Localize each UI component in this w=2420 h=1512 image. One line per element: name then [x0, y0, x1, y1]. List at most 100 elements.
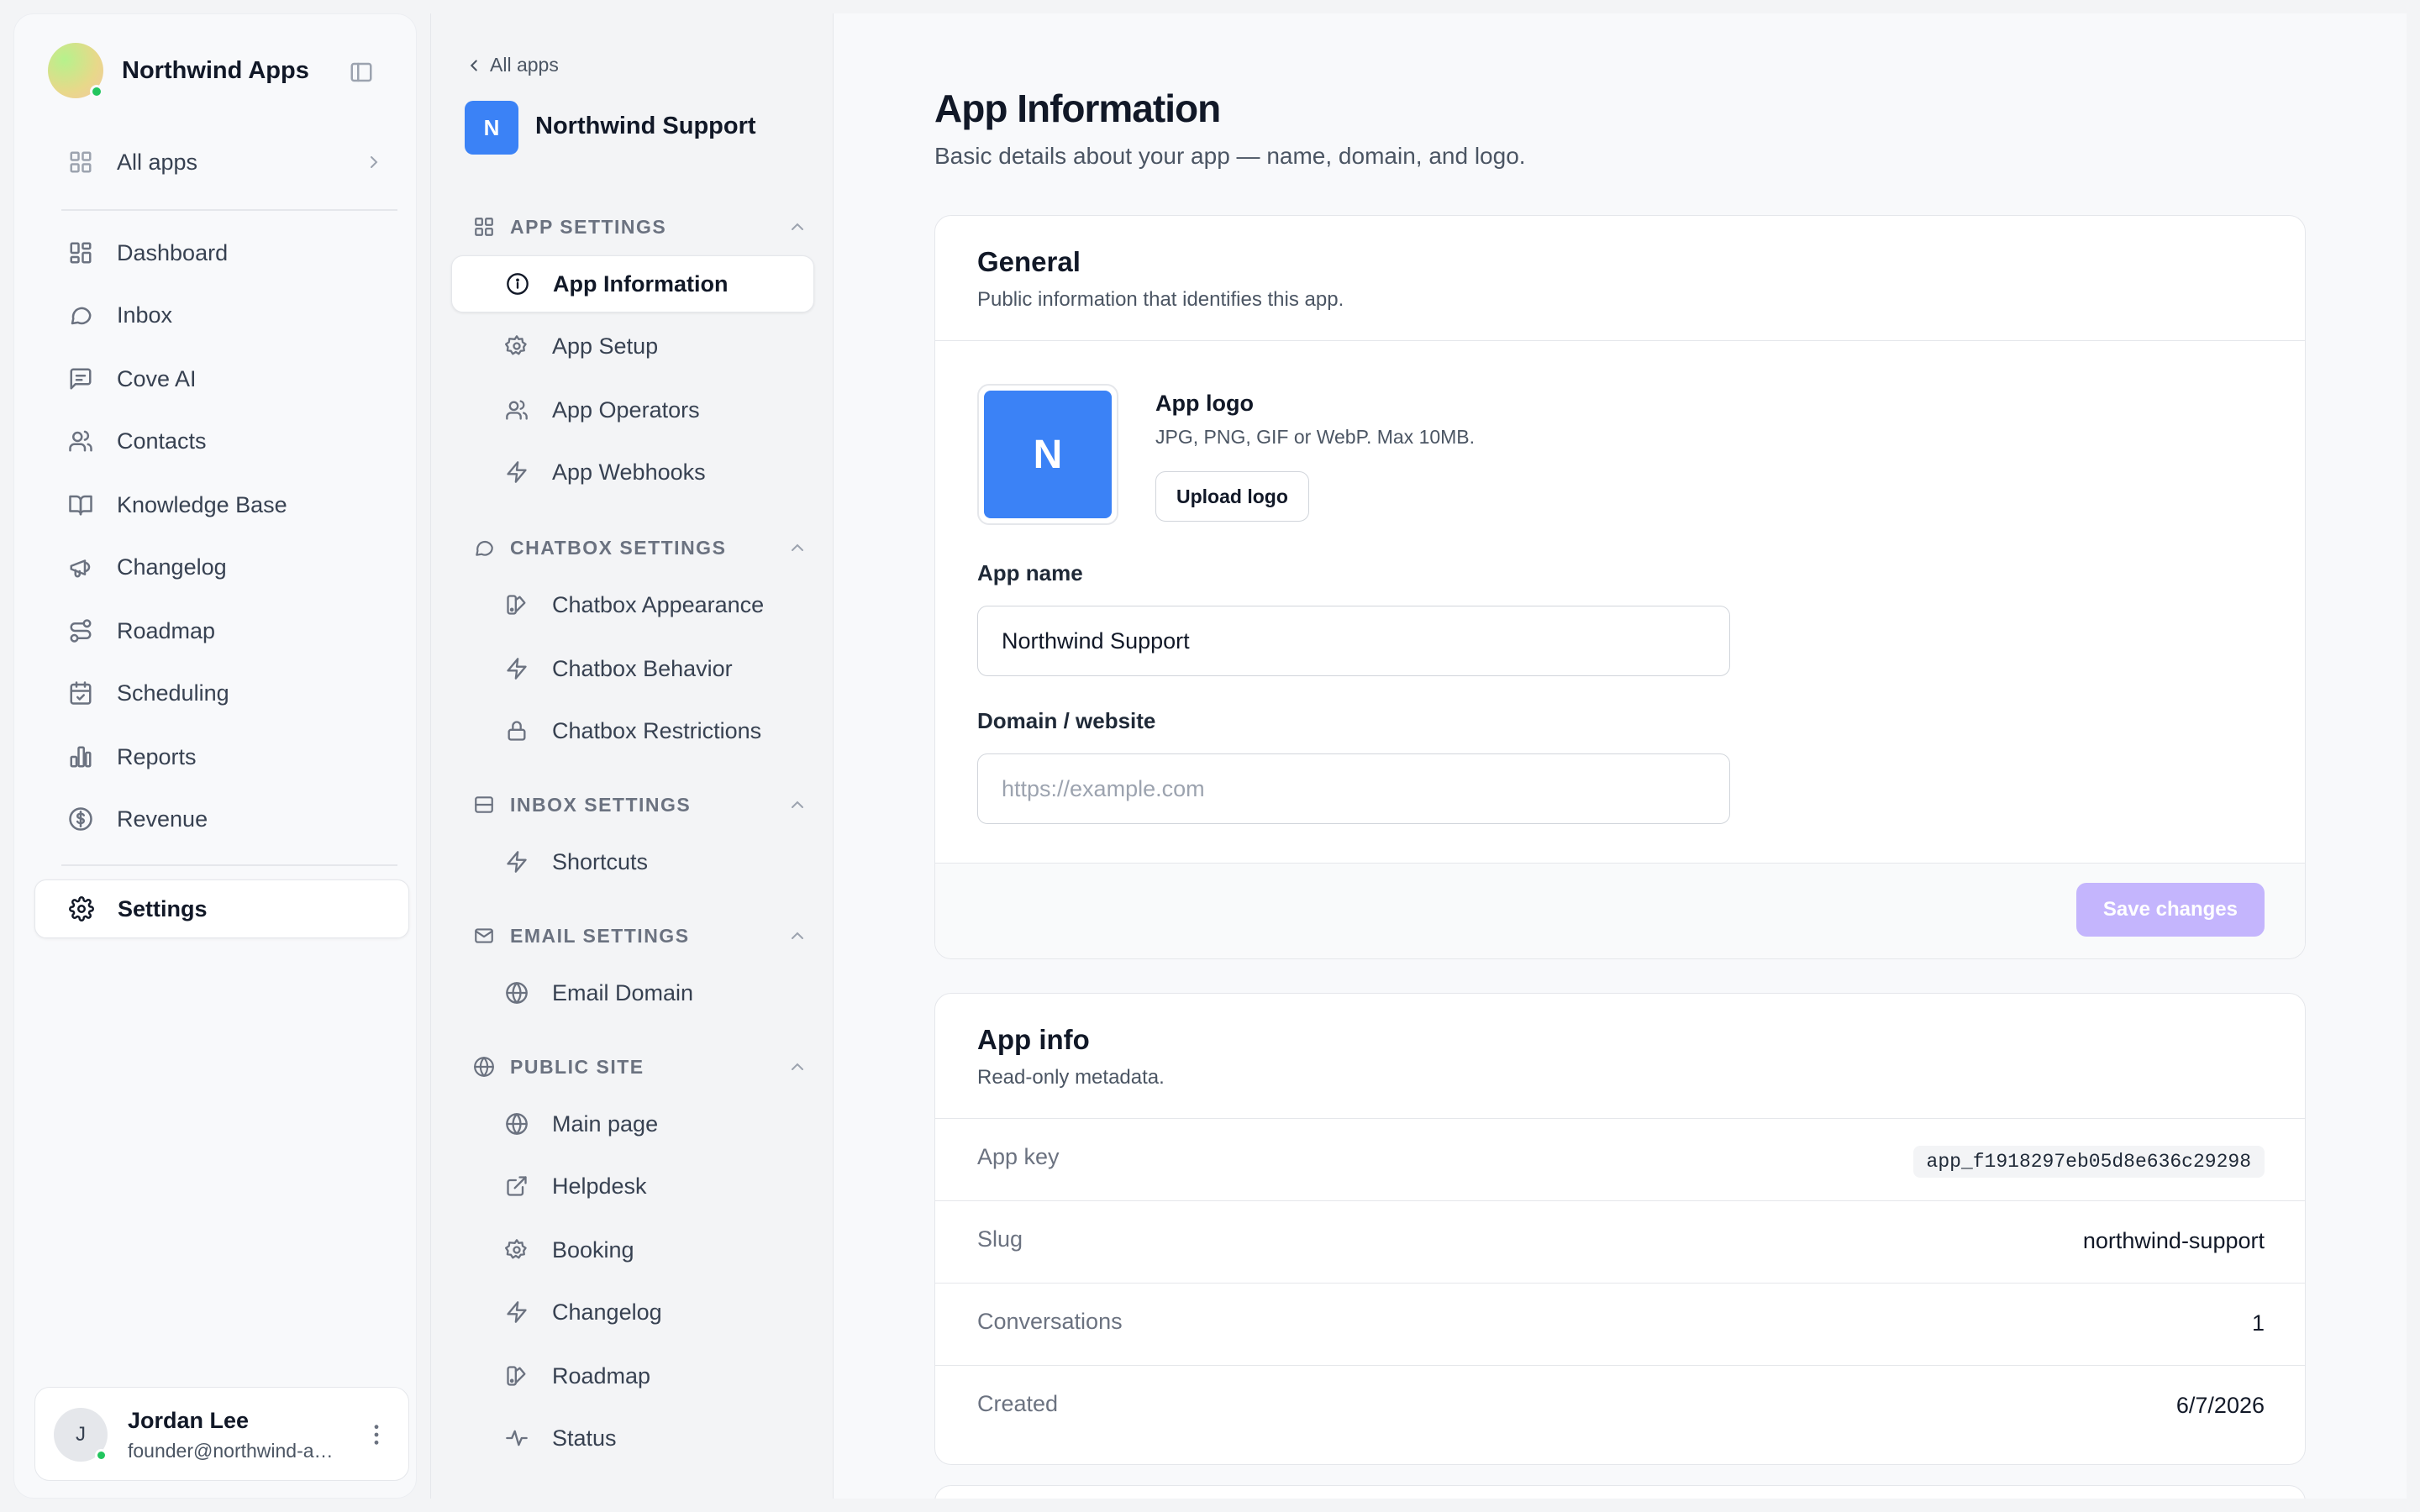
sidebar-item-cove-ai[interactable]: Cove AI — [48, 354, 401, 404]
info-key: Conversations — [977, 1309, 1123, 1334]
subnav-item-label: Roadmap — [552, 1362, 651, 1389]
bar-chart-icon — [70, 746, 92, 768]
info-row-conversations: Conversations 1 — [935, 1283, 2305, 1365]
sidebar-item-label: Dashboard — [117, 239, 229, 265]
sidebar-item-changelog[interactable]: Changelog — [48, 542, 401, 592]
lightning-icon — [507, 851, 527, 873]
sidebar-item-scheduling[interactable]: Scheduling — [48, 668, 401, 718]
grid-icon — [70, 151, 92, 173]
sidebar-item-label: Reports — [117, 743, 197, 769]
gear-icon — [505, 335, 527, 355]
subnav-item-app-setup[interactable]: App Setup — [451, 318, 814, 375]
section-public-site[interactable]: PUBLIC SITE — [465, 1050, 818, 1084]
sidebar-item-knowledge-base[interactable]: Knowledge Base — [48, 480, 401, 530]
subnav-item-label: Chatbox Restrictions — [552, 717, 762, 743]
card-title: General — [977, 246, 1081, 277]
save-changes-button[interactable]: Save changes — [2075, 883, 2265, 937]
subnav-item-email-domain[interactable]: Email Domain — [451, 964, 814, 1021]
lightning-icon — [507, 1301, 527, 1323]
subnav-item-chatbox-behavior[interactable]: Chatbox Behavior — [451, 640, 814, 697]
workspace-switcher[interactable]: Northwind Apps — [48, 43, 309, 98]
subnav-item-label: Booking — [552, 1236, 634, 1263]
gear-icon — [69, 896, 94, 921]
subnav-item-label: Changelog — [552, 1299, 662, 1325]
sidebar-item-contacts[interactable]: Contacts — [48, 416, 401, 466]
back-to-all-apps-link[interactable]: All apps — [465, 54, 559, 76]
subnav-item-label: Shortcuts — [552, 848, 649, 874]
lightning-icon — [507, 658, 527, 680]
app-name-input[interactable] — [977, 606, 1730, 676]
route-icon — [70, 619, 92, 643]
sidebar-item-dashboard[interactable]: Dashboard — [48, 228, 401, 278]
subnav-item-roadmap[interactable]: Roadmap — [451, 1347, 814, 1404]
card-divider — [935, 340, 2305, 341]
sidebar-item-settings[interactable]: Settings — [34, 879, 409, 938]
sidebar-item-label: Cove AI — [117, 365, 197, 391]
megaphone-icon — [70, 559, 91, 578]
info-row-created: Created 6/7/2026 — [935, 1365, 2305, 1464]
info-key: App key — [977, 1144, 1060, 1169]
chat-bubble-icon — [476, 540, 493, 556]
section-app-settings[interactable]: APP SETTINGS — [465, 210, 818, 244]
section-chatbox-settings[interactable]: CHATBOX SETTINGS — [465, 531, 818, 564]
app-logo-label: App logo — [1155, 391, 1254, 416]
subnav-item-changelog[interactable]: Changelog — [451, 1284, 814, 1341]
subnav-item-label: Status — [552, 1425, 617, 1451]
subnav-item-chatbox-appearance[interactable]: Chatbox Appearance — [451, 576, 814, 633]
sidebar-item-label: Inbox — [117, 302, 173, 328]
chevron-up-icon — [792, 1063, 803, 1070]
dollar-circle-icon — [69, 807, 92, 831]
upload-logo-button[interactable]: Upload logo — [1155, 471, 1309, 522]
section-inbox-settings[interactable]: INBOX SETTINGS — [465, 788, 818, 822]
avatar-initial: J — [76, 1423, 86, 1446]
info-value: 1 — [2251, 1310, 2265, 1336]
subnav-item-booking[interactable]: Booking — [451, 1221, 814, 1278]
subnav-item-label: Chatbox Appearance — [552, 591, 765, 617]
calendar-check-icon — [70, 681, 92, 705]
next-card-peek — [934, 1485, 2306, 1499]
sidebar-toggle-icon[interactable] — [349, 60, 376, 87]
info-key: Created — [977, 1391, 1059, 1416]
card-subtitle: Public information that identifies this … — [977, 288, 1344, 311]
info-icon — [507, 273, 529, 295]
info-key: Slug — [977, 1226, 1023, 1252]
palette-icon — [507, 1366, 526, 1386]
lock-icon — [508, 721, 526, 741]
subnav-item-app-webhooks[interactable]: App Webhooks — [451, 444, 814, 501]
workspace-avatar — [48, 43, 103, 98]
sidebar-item-inbox[interactable]: Inbox — [48, 290, 401, 340]
palette-icon — [507, 595, 526, 615]
avatar: J — [54, 1408, 108, 1462]
sidebar-item-label: Changelog — [117, 554, 227, 580]
sidebar-item-reports[interactable]: Reports — [48, 732, 401, 782]
app-key-value[interactable]: app_f1918297eb05d8e636c29298 — [1912, 1146, 2265, 1178]
globe-icon — [506, 982, 528, 1004]
more-vertical-icon[interactable] — [363, 1421, 390, 1448]
section-title: INBOX SETTINGS — [510, 793, 692, 816]
subnav-item-app-information[interactable]: App Information — [451, 255, 814, 312]
card-subtitle: Read-only metadata. — [977, 1066, 1165, 1089]
back-link-label: All apps — [490, 54, 559, 76]
subnav-item-main-page[interactable]: Main page — [451, 1095, 814, 1152]
chevron-right-icon — [371, 156, 378, 168]
subnav-item-status[interactable]: Status — [451, 1410, 814, 1467]
sidebar-item-roadmap[interactable]: Roadmap — [48, 606, 401, 656]
domain-input[interactable] — [977, 753, 1730, 824]
subnav-item-app-operators[interactable]: App Operators — [451, 381, 814, 438]
subnav-item-label: App Operators — [552, 396, 700, 423]
app-logo-preview: N — [977, 384, 1118, 525]
subnav-item-label: Chatbox Behavior — [552, 655, 733, 681]
sidebar-item-revenue[interactable]: Revenue — [48, 794, 401, 844]
subnav-item-label: Main page — [552, 1110, 659, 1137]
section-email-settings[interactable]: EMAIL SETTINGS — [465, 919, 818, 953]
subnav-item-helpdesk[interactable]: Helpdesk — [451, 1158, 814, 1215]
user-account-card[interactable]: J Jordan Lee founder@northwind-apps.com — [34, 1387, 409, 1481]
sidebar-item-all-apps[interactable]: All apps — [48, 137, 401, 187]
sidebar-item-label: Revenue — [117, 806, 208, 832]
section-title: CHATBOX SETTINGS — [510, 536, 727, 559]
section-title: EMAIL SETTINGS — [510, 924, 690, 947]
subnav-item-shortcuts[interactable]: Shortcuts — [451, 833, 814, 890]
gear-icon — [505, 1239, 527, 1259]
subnav-item-chatbox-restrictions[interactable]: Chatbox Restrictions — [451, 702, 814, 759]
online-status-dot — [90, 85, 103, 98]
